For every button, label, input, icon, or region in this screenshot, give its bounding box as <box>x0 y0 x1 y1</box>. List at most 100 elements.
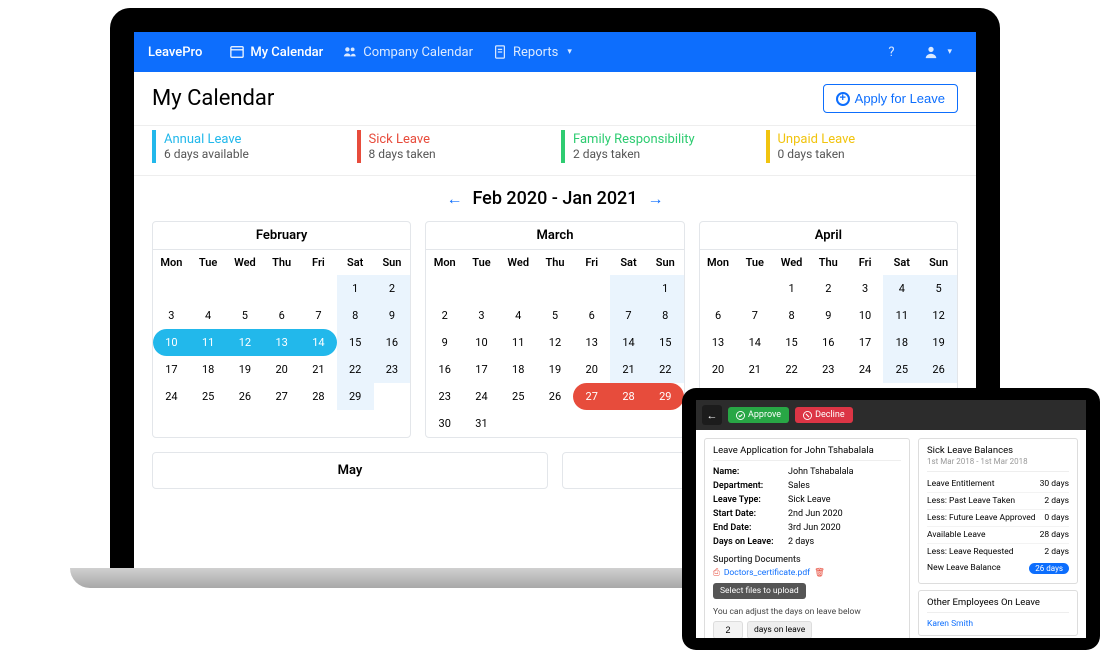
calendar-day[interactable]: 7 <box>300 302 337 329</box>
calendar-day[interactable]: 13 <box>573 329 610 356</box>
calendar-day[interactable]: 27 <box>573 383 610 410</box>
calendar-day[interactable]: 29 <box>647 383 684 410</box>
calendar-day[interactable]: 4 <box>883 275 920 302</box>
calendar-day[interactable]: 5 <box>537 302 574 329</box>
calendar-day[interactable]: 15 <box>647 329 684 356</box>
calendar-day[interactable]: 3 <box>847 275 884 302</box>
calendar-day[interactable]: 16 <box>374 329 411 356</box>
balance-card[interactable]: Annual Leave6 days available <box>152 130 345 163</box>
brand[interactable]: LeavePro <box>148 45 202 60</box>
calendar-day[interactable]: 1 <box>337 275 374 302</box>
back-button[interactable]: ← <box>702 405 722 425</box>
calendar-day[interactable]: 4 <box>500 302 537 329</box>
calendar-day[interactable]: 9 <box>810 302 847 329</box>
calendar-day[interactable]: 14 <box>736 329 773 356</box>
calendar-day[interactable]: 27 <box>263 383 300 410</box>
calendar-day[interactable]: 25 <box>500 383 537 410</box>
calendar-day[interactable]: 3 <box>463 302 500 329</box>
other-employee-link[interactable]: Karen Smith <box>927 617 1069 629</box>
calendar-day[interactable]: 6 <box>700 302 737 329</box>
upload-button[interactable]: Select files to upload <box>713 583 806 599</box>
calendar-day[interactable]: 24 <box>463 383 500 410</box>
month-header[interactable]: May <box>152 452 548 489</box>
calendar-day[interactable]: 18 <box>500 356 537 383</box>
calendar-day[interactable]: 17 <box>847 329 884 356</box>
calendar-day[interactable]: 1 <box>773 275 810 302</box>
calendar-day[interactable]: 19 <box>537 356 574 383</box>
calendar-day[interactable]: 20 <box>263 356 300 383</box>
calendar-day[interactable]: 12 <box>920 302 957 329</box>
calendar-day[interactable]: 28 <box>300 383 337 410</box>
prev-range-button[interactable]: ← <box>446 189 462 209</box>
calendar-day[interactable]: 2 <box>810 275 847 302</box>
calendar-day[interactable]: 21 <box>300 356 337 383</box>
calendar-day[interactable]: 26 <box>227 383 264 410</box>
calendar-day[interactable]: 6 <box>263 302 300 329</box>
calendar-day[interactable]: 19 <box>227 356 264 383</box>
calendar-day[interactable]: 22 <box>647 356 684 383</box>
calendar-day[interactable]: 16 <box>810 329 847 356</box>
calendar-day[interactable]: 7 <box>736 302 773 329</box>
calendar-day[interactable]: 25 <box>883 356 920 383</box>
calendar-day[interactable]: 31 <box>463 410 500 437</box>
calendar-day[interactable]: 28 <box>610 383 647 410</box>
calendar-day[interactable]: 15 <box>337 329 374 356</box>
calendar-day[interactable]: 2 <box>426 302 463 329</box>
nav-reports[interactable]: Reports <box>483 39 582 66</box>
calendar-day[interactable]: 17 <box>153 356 190 383</box>
calendar-day[interactable]: 12 <box>537 329 574 356</box>
calendar-day[interactable]: 29 <box>337 383 374 410</box>
calendar-day[interactable]: 18 <box>190 356 227 383</box>
calendar-day[interactable]: 11 <box>500 329 537 356</box>
calendar-day[interactable]: 23 <box>426 383 463 410</box>
calendar-day[interactable]: 24 <box>847 356 884 383</box>
calendar-day[interactable]: 26 <box>920 356 957 383</box>
help-button[interactable]: ? <box>878 39 904 66</box>
decline-button[interactable]: Decline <box>795 407 853 423</box>
approve-button[interactable]: Approve <box>728 407 789 423</box>
calendar-day[interactable]: 26 <box>537 383 574 410</box>
calendar-day[interactable]: 13 <box>700 329 737 356</box>
calendar-day[interactable]: 23 <box>374 356 411 383</box>
calendar-day[interactable]: 18 <box>883 329 920 356</box>
calendar-day[interactable]: 25 <box>190 383 227 410</box>
calendar-day[interactable]: 13 <box>263 329 300 356</box>
nav-company-calendar[interactable]: Company Calendar <box>333 39 483 66</box>
calendar-day[interactable]: 24 <box>153 383 190 410</box>
calendar-day[interactable]: 6 <box>573 302 610 329</box>
calendar-day[interactable]: 11 <box>883 302 920 329</box>
calendar-day[interactable]: 23 <box>810 356 847 383</box>
calendar-day[interactable]: 15 <box>773 329 810 356</box>
calendar-day[interactable]: 2 <box>374 275 411 302</box>
balance-card[interactable]: Sick Leave8 days taken <box>357 130 550 163</box>
days-input[interactable] <box>713 621 743 638</box>
calendar-day[interactable]: 5 <box>227 302 264 329</box>
calendar-day[interactable]: 19 <box>920 329 957 356</box>
calendar-day[interactable]: 1 <box>647 275 684 302</box>
apply-for-leave-button[interactable]: + Apply for Leave <box>823 84 958 113</box>
calendar-day[interactable]: 14 <box>610 329 647 356</box>
calendar-day[interactable]: 14 <box>300 329 337 356</box>
nav-my-calendar[interactable]: My Calendar <box>220 39 333 66</box>
calendar-day[interactable]: 7 <box>610 302 647 329</box>
calendar-day[interactable]: 17 <box>463 356 500 383</box>
calendar-day[interactable]: 16 <box>426 356 463 383</box>
calendar-day[interactable]: 8 <box>647 302 684 329</box>
calendar-day[interactable]: 10 <box>153 329 190 356</box>
document-link[interactable]: Doctors_certificate.pdf <box>724 568 810 578</box>
balance-card[interactable]: Unpaid Leave0 days taken <box>766 130 959 163</box>
calendar-day[interactable]: 9 <box>426 329 463 356</box>
delete-document-icon[interactable]: 🗑 <box>814 568 825 578</box>
calendar-day[interactable]: 30 <box>426 410 463 437</box>
calendar-day[interactable]: 20 <box>700 356 737 383</box>
calendar-day[interactable]: 22 <box>337 356 374 383</box>
calendar-day[interactable]: 9 <box>374 302 411 329</box>
calendar-day[interactable]: 21 <box>610 356 647 383</box>
calendar-day[interactable]: 4 <box>190 302 227 329</box>
calendar-day[interactable]: 8 <box>773 302 810 329</box>
user-menu[interactable] <box>914 39 962 66</box>
calendar-day[interactable]: 22 <box>773 356 810 383</box>
calendar-day[interactable]: 20 <box>573 356 610 383</box>
calendar-day[interactable]: 10 <box>847 302 884 329</box>
balance-card[interactable]: Family Responsibility2 days taken <box>561 130 754 163</box>
